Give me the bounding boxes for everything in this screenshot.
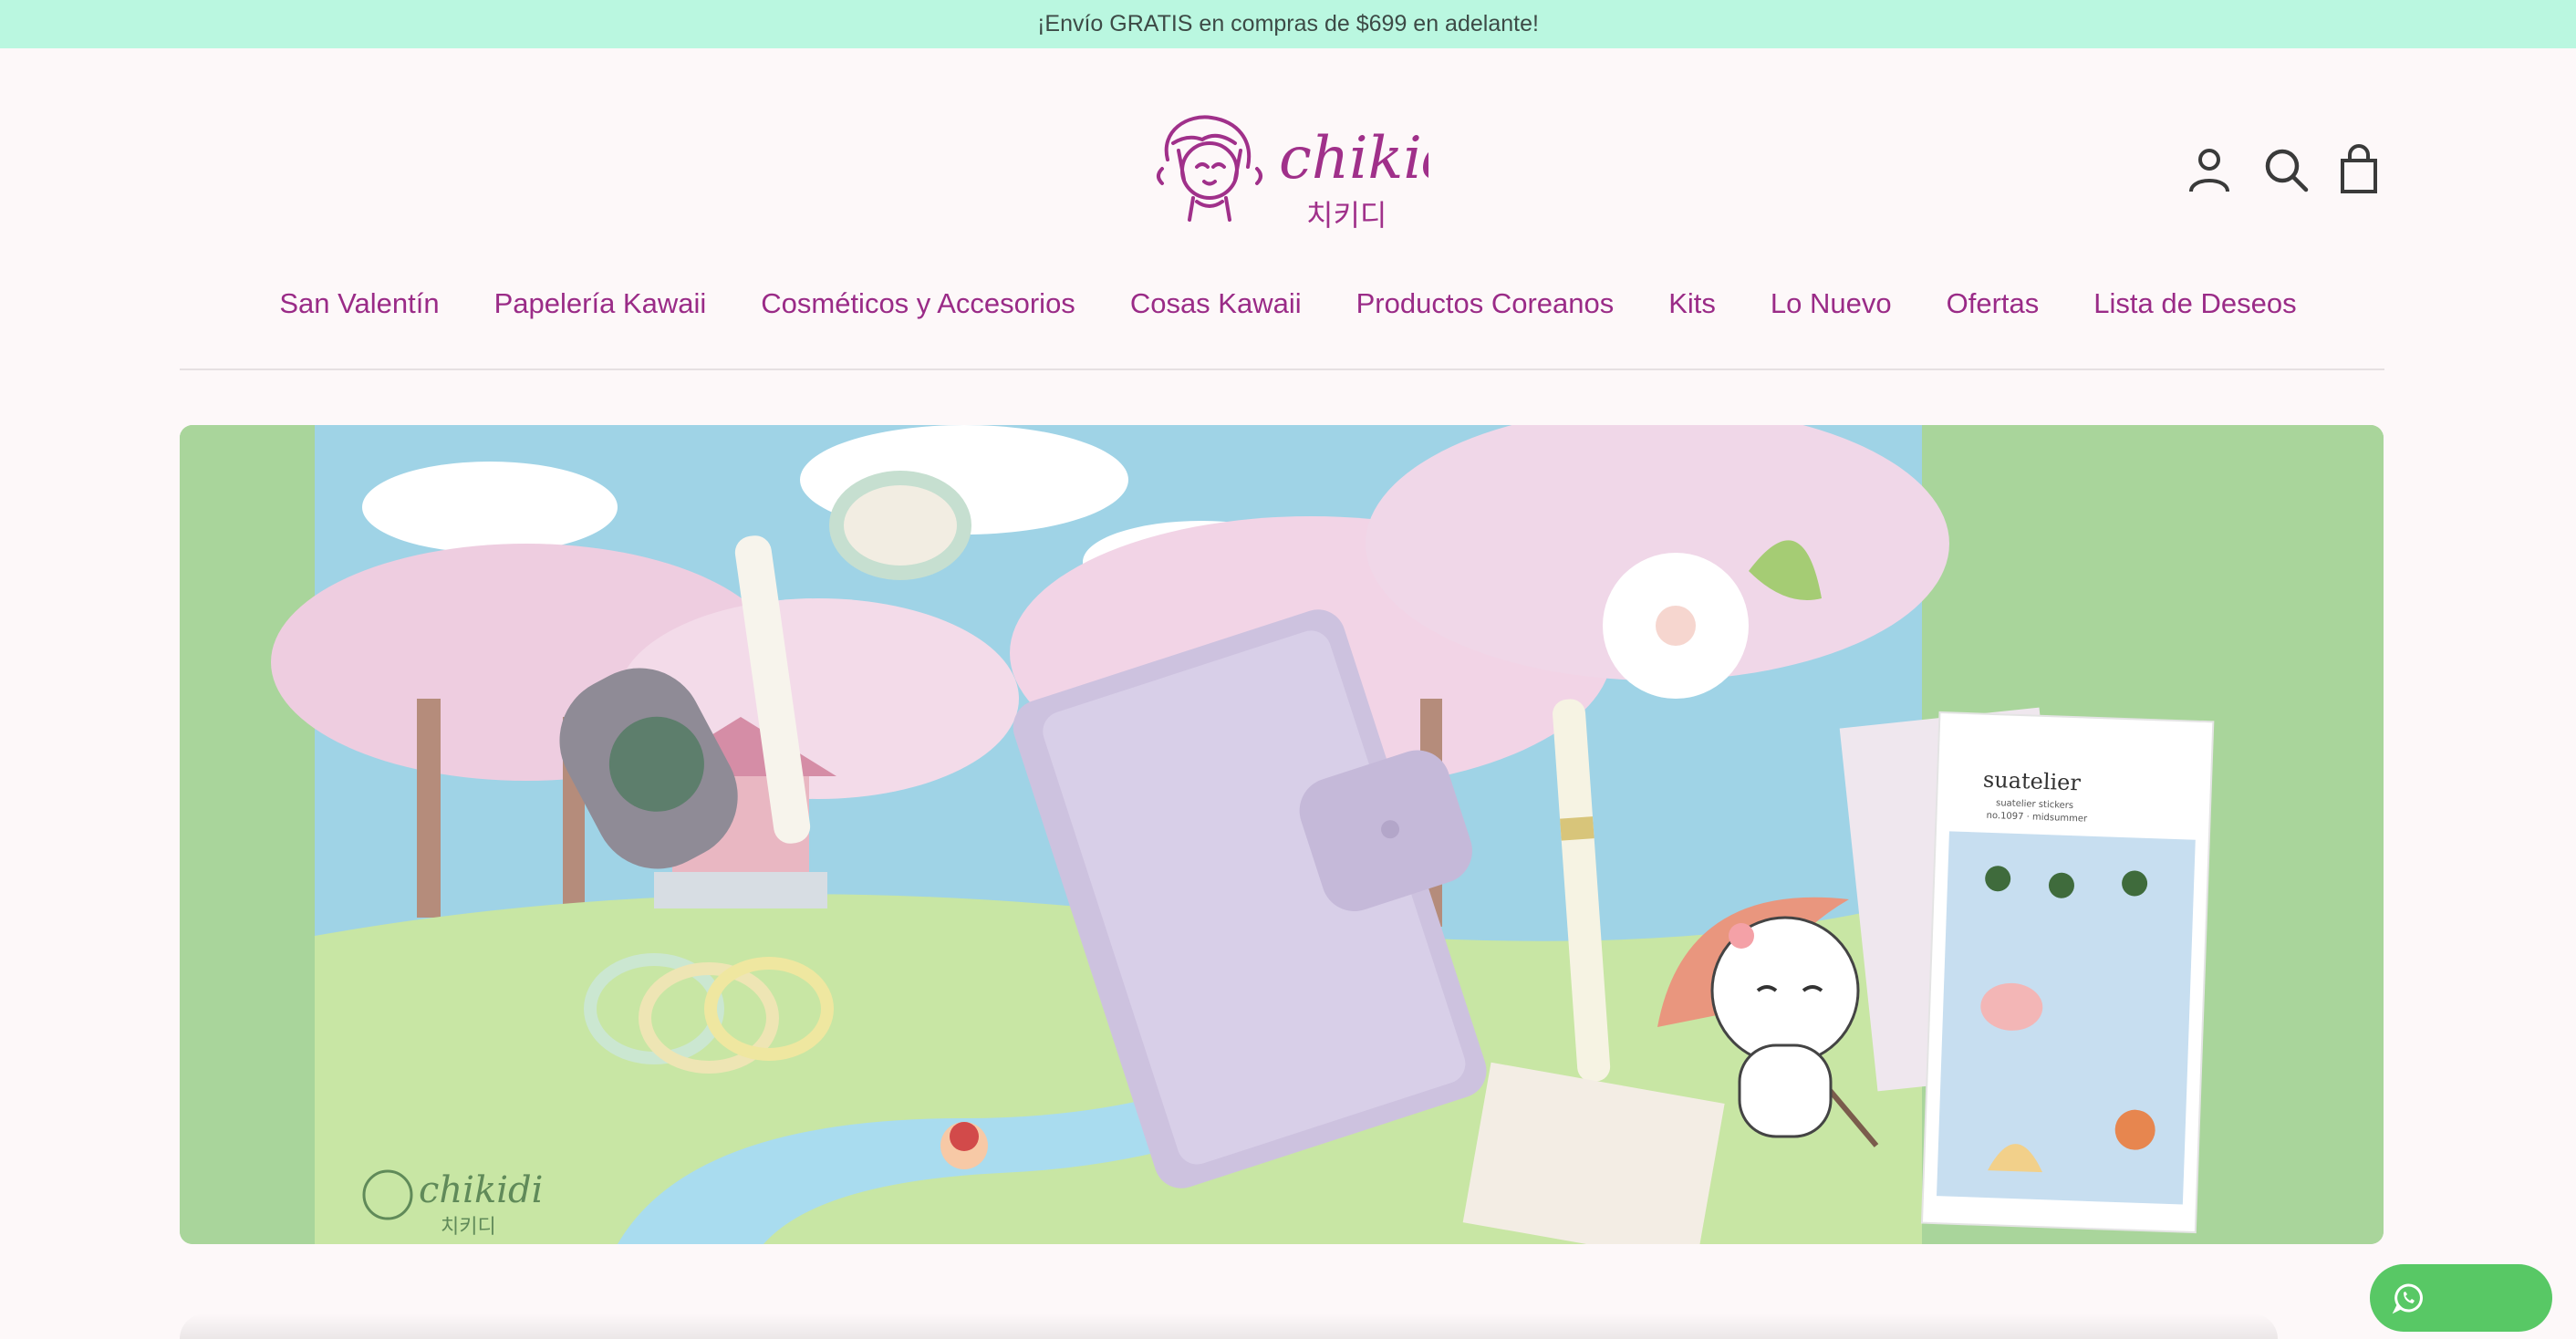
nav-lo-nuevo[interactable]: Lo Nuevo	[1771, 287, 1892, 320]
site-header: chikidi 치키디 San Valentín Papelería Kawai…	[0, 48, 2576, 369]
whatsapp-button[interactable]	[2370, 1264, 2552, 1332]
nav-ofertas[interactable]: Ofertas	[1947, 287, 2040, 320]
search-icon[interactable]	[2260, 144, 2311, 195]
watermark-korean: 치키디	[441, 1216, 496, 1239]
header-divider	[180, 368, 2384, 370]
sticker-brand: suatelier	[1982, 767, 2081, 796]
nav-cosmeticos-accesorios[interactable]: Cosméticos y Accesorios	[761, 287, 1075, 320]
hero-scene-image: suatelier suatelier stickers no.1097 · m…	[271, 425, 2215, 1244]
sticker-sheet: suatelier suatelier stickers no.1097 · m…	[1920, 711, 2215, 1234]
main-nav: San Valentín Papelería Kawaii Cosméticos…	[0, 287, 2576, 320]
nav-san-valentin[interactable]: San Valentín	[279, 287, 439, 320]
announcement-bar: ¡Envío GRATIS en compras de $699 en adel…	[0, 0, 2576, 48]
nav-productos-coreanos[interactable]: Productos Coreanos	[1356, 287, 1615, 320]
logo[interactable]: chikidi 치키디	[1151, 103, 1428, 234]
logo-korean: 치키디	[1306, 198, 1387, 233]
nav-papeleria-kawaii[interactable]: Papelería Kawaii	[494, 287, 707, 320]
logo-wordmark: chikidi	[1279, 125, 1428, 192]
next-section-edge	[180, 1313, 2278, 1339]
account-icon[interactable]	[2184, 144, 2235, 195]
watermark-text: chikidi	[419, 1169, 543, 1211]
nav-lista-deseos[interactable]: Lista de Deseos	[2093, 287, 2296, 320]
announcement-text: ¡Envío GRATIS en compras de $699 en adel…	[1037, 11, 1539, 36]
nav-cosas-kawaii[interactable]: Cosas Kawaii	[1130, 287, 1302, 320]
nav-kits[interactable]: Kits	[1668, 287, 1716, 320]
whatsapp-icon	[2392, 1283, 2423, 1314]
cart-icon[interactable]	[2333, 144, 2384, 195]
hero-banner[interactable]: suatelier suatelier stickers no.1097 · m…	[180, 425, 2384, 1244]
